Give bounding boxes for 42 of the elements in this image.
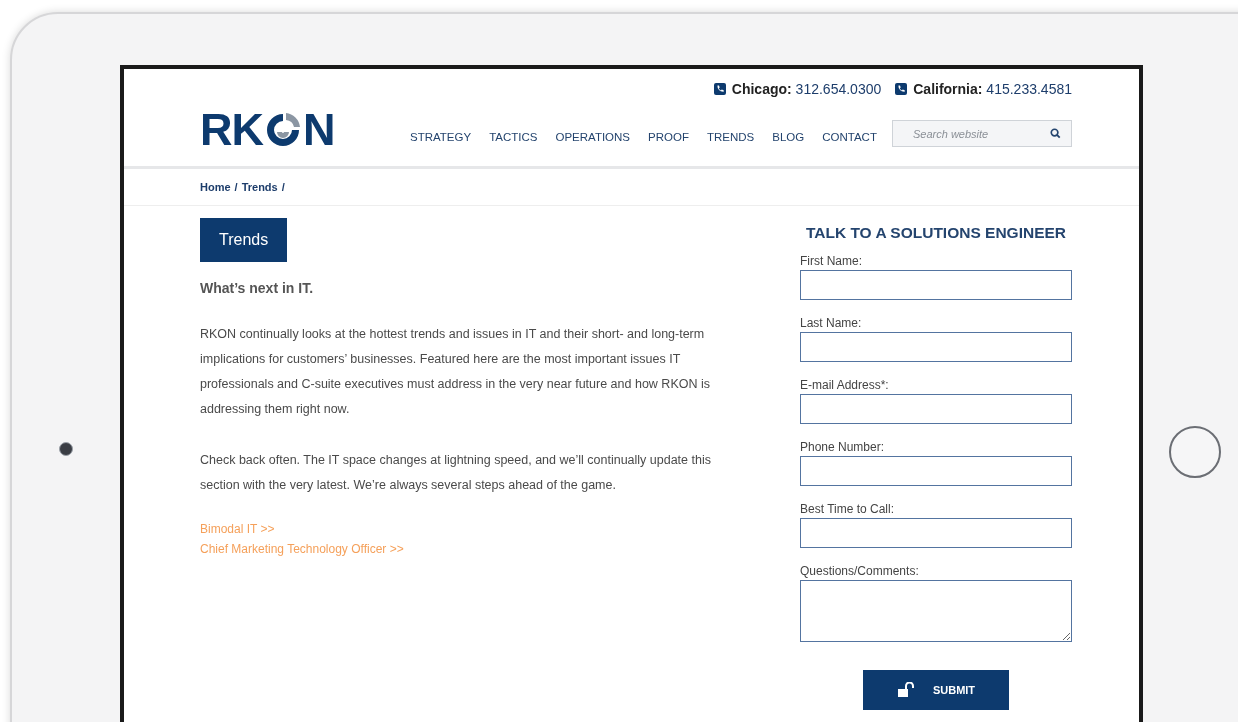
input-field[interactable] [800, 332, 1072, 362]
paragraph: RKON continually looks at the hottest trends and issues in IT and their short- and long-term implications for customers’ businesses. Featured here are the most important issues IT professionals and C-suite executives must address in the very near future and how RKON is addressing them right now. [200, 326, 711, 418]
nav-link[interactable]: TRENDS [706, 130, 755, 143]
breadcrumb-separator: / [234, 181, 238, 193]
nav-link[interactable]: BLOG [772, 130, 805, 143]
field-label: First Name: [800, 254, 863, 268]
camera-icon [59, 442, 73, 456]
logo[interactable]: RK N [200, 107, 410, 152]
field-label: E-mail Address*: [800, 378, 890, 392]
field-label: Questions/Comments: [800, 564, 920, 578]
breadcrumb-link[interactable]: Trends [241, 181, 278, 193]
logo-text: N [303, 107, 335, 152]
breadcrumb-link[interactable]: Home [200, 181, 231, 193]
paragraph: Check back often. The IT space changes at lightning speed, and we’ll continually update this section with the very latest. We’re always several steps ahead of the game. [200, 452, 712, 494]
nav-link[interactable]: OPERATIONS [555, 130, 631, 143]
phone-icon [713, 83, 726, 95]
field-label: Last Name: [800, 316, 863, 330]
form-title: TALK TO A SOLUTIONS ENGINEER [804, 224, 1068, 242]
subtitle: What’s next in IT. [200, 280, 315, 296]
search-field[interactable]: Search website [911, 126, 1050, 141]
search-icon[interactable] [1050, 128, 1061, 139]
submit-button[interactable]: SUBMIT [863, 670, 1009, 710]
comments-field[interactable] [800, 580, 1072, 642]
nav-link[interactable]: CONTACT [822, 130, 877, 143]
field-label: Phone Number: [800, 440, 886, 454]
nav-link[interactable]: PROOF [648, 130, 689, 143]
contact-text: California: 415.233.4581 [913, 81, 1072, 97]
page-title: Trends [200, 218, 288, 262]
input-field[interactable] [800, 456, 1072, 486]
home-button[interactable] [1169, 426, 1221, 478]
nav-link[interactable]: TACTICS [489, 130, 538, 143]
nav-link[interactable]: STRATEGY [410, 130, 472, 143]
phone-icon [895, 83, 908, 95]
breadcrumb-separator: / [281, 181, 285, 193]
unlocked-padlock-icon [896, 682, 915, 698]
contact-text: Chicago: 312.654.0300 [731, 81, 882, 97]
field-label: Best Time to Call: [800, 502, 896, 516]
input-field[interactable] [800, 518, 1072, 548]
input-field[interactable] [800, 270, 1072, 300]
input-field[interactable] [800, 394, 1072, 424]
logo-text: RK [200, 107, 263, 152]
search-box[interactable]: Search website [892, 120, 1072, 147]
